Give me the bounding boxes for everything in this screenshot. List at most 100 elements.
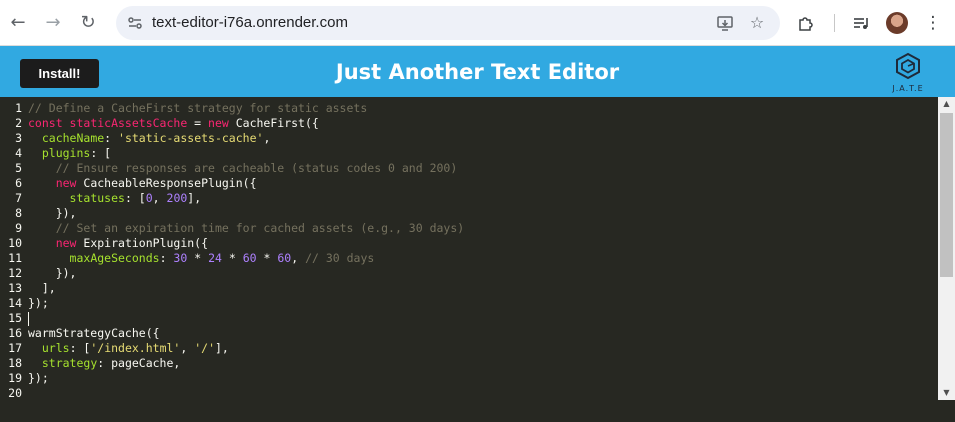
editor-scrollbar[interactable]: ▲ ▼ [938, 97, 955, 400]
code-text[interactable]: statuses: [0, 200], [28, 191, 202, 206]
code-token: // Ensure responses are cacheable (statu… [55, 161, 458, 175]
code-token: , [152, 191, 167, 205]
code-line[interactable]: 9 // Set an expiration time for cached a… [0, 221, 464, 236]
line-number: 9 [15, 221, 22, 235]
browser-toolbar: ← → ↻ text-editor-i76a.onrender.com ☆ ⋮ [0, 0, 955, 46]
code-token: statuses [69, 191, 125, 205]
line-number: 20 [8, 386, 22, 400]
profile-avatar-icon[interactable] [886, 12, 908, 34]
line-number: 11 [8, 251, 22, 265]
code-line[interactable]: 5 // Ensure responses are cacheable (sta… [0, 161, 457, 176]
code-line[interactable]: 6 new CacheableResponsePlugin({ [0, 176, 256, 191]
code-token: , [291, 251, 306, 265]
code-line[interactable]: 20 [0, 386, 22, 401]
line-number: 12 [8, 266, 22, 280]
code-text[interactable] [28, 311, 29, 326]
scroll-down-icon[interactable]: ▼ [938, 386, 955, 400]
code-token: : [ [69, 341, 91, 355]
code-token: }); [28, 371, 49, 385]
code-line[interactable]: 17 urls: ['/index.html', '/'], [0, 341, 229, 356]
line-number: 15 [8, 311, 22, 325]
code-token: // 30 days [305, 251, 375, 265]
code-token: }), [28, 266, 77, 280]
code-line[interactable]: 7 statuses: [0, 200], [0, 191, 201, 206]
code-text[interactable]: urls: ['/index.html', '/'], [28, 341, 229, 356]
code-token: '/index.html' [90, 341, 181, 355]
scrollbar-thumb[interactable] [940, 113, 953, 277]
code-token: , [263, 131, 271, 145]
code-text[interactable]: }); [28, 371, 49, 386]
code-line[interactable]: 8 }), [0, 206, 76, 221]
more-menu-icon[interactable]: ⋮ [921, 11, 945, 35]
code-token: const [28, 116, 70, 130]
line-number: 10 [8, 236, 22, 250]
site-settings-icon[interactable] [126, 14, 144, 32]
code-token: new [55, 236, 84, 250]
code-text[interactable]: plugins: [ [28, 146, 111, 161]
code-token: // Define a CacheFirst strategy for stat… [28, 101, 368, 115]
line-number: 1 [15, 101, 22, 115]
address-bar[interactable]: text-editor-i76a.onrender.com ☆ [116, 6, 780, 40]
code-text[interactable]: }); [28, 296, 49, 311]
code-token: 200 [166, 191, 188, 205]
code-text[interactable]: // Ensure responses are cacheable (statu… [28, 161, 458, 176]
code-line[interactable]: 1 // Define a CacheFirst strategy for sta… [0, 101, 367, 116]
scroll-up-icon[interactable]: ▲ [938, 97, 955, 111]
code-editor[interactable]: 1 // Define a CacheFirst strategy for sta… [0, 97, 938, 422]
code-line[interactable]: 3 cacheName: 'static-assets-cache', [0, 131, 270, 146]
code-text[interactable]: warmStrategyCache({ [28, 326, 160, 341]
code-line[interactable]: 10 new ExpirationPlugin({ [0, 236, 208, 251]
code-token: // Set an expiration time for cached ass… [55, 221, 465, 235]
media-icon[interactable] [849, 11, 873, 35]
code-text[interactable]: ], [28, 281, 56, 296]
code-text[interactable]: new CacheableResponsePlugin({ [28, 176, 257, 191]
code-line[interactable]: 18 strategy: pageCache, [0, 356, 180, 371]
code-line[interactable]: 13 ], [0, 281, 56, 296]
url-text[interactable]: text-editor-i76a.onrender.com [152, 14, 348, 31]
code-token: cacheName [41, 131, 105, 145]
code-text[interactable]: // Define a CacheFirst strategy for stat… [28, 101, 367, 116]
extensions-icon[interactable] [794, 11, 818, 35]
code-token: 0 [145, 191, 153, 205]
forward-arrow-icon[interactable]: → [41, 11, 65, 35]
code-token: CacheFirst({ [235, 116, 319, 130]
code-line[interactable]: 19}); [0, 371, 49, 386]
code-line[interactable]: 4 plugins: [ [0, 146, 111, 161]
code-text[interactable]: // Set an expiration time for cached ass… [28, 221, 465, 236]
code-token: 'static-assets-cache' [118, 131, 264, 145]
code-line[interactable]: 15 [0, 311, 29, 326]
code-line[interactable]: 16 warmStrategyCache({ [0, 326, 159, 341]
code-text[interactable]: }), [28, 266, 77, 281]
code-text[interactable]: maxAgeSeconds: 30 * 24 * 60 * 60, // 30 … [28, 251, 375, 266]
code-line[interactable]: 12 }), [0, 266, 76, 281]
code-token: * [256, 251, 278, 265]
bookmark-star-icon[interactable]: ☆ [746, 12, 768, 34]
code-token: : [104, 131, 119, 145]
line-number: 7 [15, 191, 22, 205]
reload-icon[interactable]: ↻ [76, 11, 100, 35]
jate-logo: J.A.T.E [886, 51, 930, 95]
back-arrow-icon[interactable]: ← [6, 11, 30, 35]
code-token: CacheableResponsePlugin({ [83, 176, 257, 190]
code-text[interactable]: new ExpirationPlugin({ [28, 236, 208, 251]
line-number: 2 [15, 116, 22, 130]
install-app-icon[interactable] [714, 12, 736, 34]
code-line[interactable]: 14}); [0, 296, 49, 311]
code-text[interactable]: cacheName: 'static-assets-cache', [28, 131, 271, 146]
text-cursor [28, 311, 29, 326]
code-token: '/' [194, 341, 215, 355]
code-text[interactable]: const staticAssetsCache = new CacheFirst… [28, 116, 319, 131]
code-text[interactable]: strategy: pageCache, [28, 356, 180, 371]
code-line[interactable]: 2 const staticAssetsCache = new CacheFirs… [0, 116, 319, 131]
code-line[interactable]: 11 maxAgeSeconds: 30 * 24 * 60 * 60, // … [0, 251, 374, 266]
code-text[interactable]: }), [28, 206, 77, 221]
